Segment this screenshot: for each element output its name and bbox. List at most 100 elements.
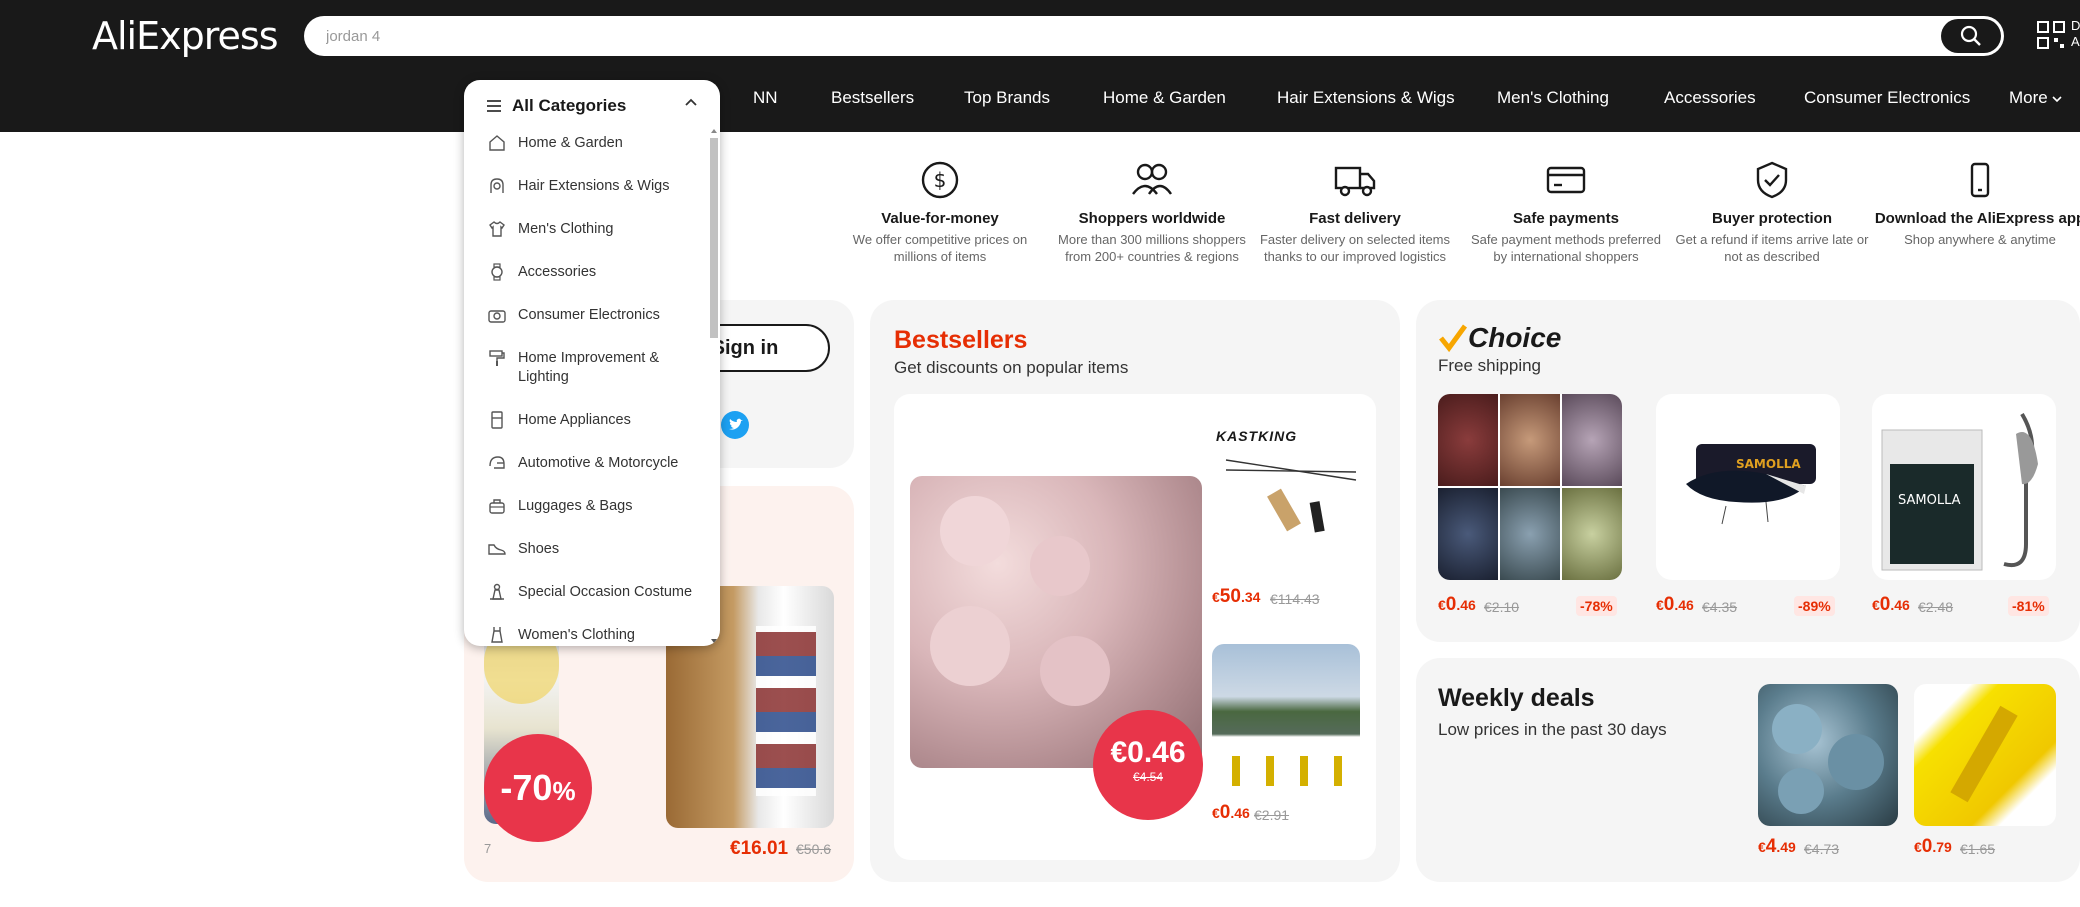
category-accessories[interactable]: Accessories <box>488 263 698 282</box>
category-label: Luggages & Bags <box>518 498 633 514</box>
bestsellers-subtitle: Get discounts on popular items <box>894 358 1129 377</box>
nav-item-nn[interactable]: NN <box>753 88 778 108</box>
category-label: Hair Extensions & Wigs <box>518 178 670 194</box>
choice-old-2: €4.35 <box>1702 599 1738 615</box>
price-int: 4 <box>1765 836 1777 857</box>
choice-title[interactable]: Choice <box>1438 322 1561 354</box>
chevron-up-icon[interactable] <box>684 96 698 110</box>
price-int: 0 <box>1879 594 1891 615</box>
category-automotive[interactable]: Automotive & Motorcycle <box>488 454 698 473</box>
category-mens-clothing[interactable]: Men's Clothing <box>488 220 698 239</box>
feature-title: Fast delivery <box>1309 210 1401 227</box>
fishing-lure-image[interactable] <box>1212 644 1360 794</box>
main-price-badge: €0.46 €4.54 <box>1093 710 1203 820</box>
scroll-down-arrow-icon[interactable] <box>710 638 718 644</box>
weekly-price-1: €4.49 <box>1758 836 1796 858</box>
category-label: Accessories <box>518 264 597 280</box>
feature-title: Buyer protection <box>1711 210 1832 227</box>
weekly-old-1: €4.73 <box>1804 841 1840 857</box>
category-home-appliances[interactable]: Home Appliances <box>488 411 698 430</box>
category-home-garden[interactable]: Home & Garden <box>488 134 698 153</box>
qr-code-icon[interactable] <box>2036 20 2066 50</box>
item2-old: €2.91 <box>1254 807 1290 823</box>
lure-image-box[interactable]: SAMOLLA <box>1656 394 1840 580</box>
checkmark-icon <box>1439 324 1468 353</box>
category-label: Special Occasion Costume <box>518 584 693 600</box>
scroll-up-arrow-icon[interactable] <box>710 128 718 134</box>
twitter-icon[interactable] <box>721 411 749 439</box>
feature-desc: Shop anywhere & anytime <box>1904 232 2056 247</box>
feature-delivery: Fast delivery Faster delivery on selecte… <box>1255 160 1455 265</box>
fishing-rod-image[interactable] <box>1216 440 1364 540</box>
header-bar: AliExpress D A NN Bestsellers Top Brands… <box>0 0 2080 132</box>
category-scrollbar[interactable] <box>708 128 718 644</box>
search-button[interactable] <box>1941 19 2001 53</box>
nav-item-home-garden[interactable]: Home & Garden <box>1103 88 1226 108</box>
feature-desc: Get a refund if items arrive late or not… <box>1675 232 1869 264</box>
main-price: €0.46 <box>1110 736 1186 769</box>
weekly-deals-card[interactable]: Weekly deals Low prices in the past 30 d… <box>1416 658 2080 882</box>
price-dec: .46 <box>1230 805 1250 821</box>
nav-item-hair-extensions[interactable]: Hair Extensions & Wigs <box>1277 88 1455 108</box>
promo-price: €16.01 <box>730 838 789 859</box>
item2-price: €0.46 <box>1212 802 1250 824</box>
aliexpress-logo[interactable]: AliExpress <box>92 14 278 58</box>
category-special-occasion[interactable]: Special Occasion Costume <box>488 583 698 602</box>
nav-item-bestsellers[interactable]: Bestsellers <box>831 88 914 108</box>
price-dec: .49 <box>1776 839 1796 855</box>
blue-beads-image[interactable] <box>1758 684 1898 826</box>
category-label: Home Improvement & Lighting <box>518 350 660 385</box>
price-dec: .34 <box>1240 589 1261 605</box>
category-luggages-bags[interactable]: Luggages & Bags <box>488 497 698 516</box>
feature-protection: Buyer protection Get a refund if items a… <box>1672 160 1872 265</box>
nav-item-consumer-electronics[interactable]: Consumer Electronics <box>1804 88 1970 108</box>
chevron-down-icon <box>2052 96 2063 103</box>
item1-old: €114.43 <box>1270 591 1320 607</box>
beads-collage-image[interactable] <box>1438 394 1622 580</box>
category-home-improvement[interactable]: Home Improvement & Lighting <box>488 349 698 387</box>
price-int: 50 <box>1219 586 1241 607</box>
nav-item-accessories[interactable]: Accessories <box>1664 88 1756 108</box>
weekly-price-2: €0.79 <box>1914 836 1952 858</box>
partial-price: 7 <box>484 841 492 856</box>
hook-image-box[interactable]: SAMOLLA <box>1872 394 2056 580</box>
truck-icon <box>1334 166 1376 197</box>
app-download-text[interactable]: D A <box>2071 18 2080 50</box>
paint-roller-icon <box>489 350 505 366</box>
category-label: Home Appliances <box>518 412 631 428</box>
currency: € <box>1212 805 1220 821</box>
scrollbar-thumb[interactable] <box>710 138 718 338</box>
nav-item-mens-clothing[interactable]: Men's Clothing <box>1497 88 1609 108</box>
features-row: $ Value-for-money We offer competitive p… <box>0 160 2080 270</box>
all-categories-header[interactable]: All Categories <box>486 92 706 120</box>
feature-title: Shoppers worldwide <box>1078 210 1226 227</box>
price-dec: .79 <box>1932 839 1952 855</box>
bestsellers-card[interactable]: Bestsellers Get discounts on popular ite… <box>870 300 1400 882</box>
category-womens-clothing[interactable]: Women's Clothing <box>488 626 698 645</box>
price-int: 0 <box>1445 594 1457 615</box>
category-shoes[interactable]: Shoes <box>488 540 698 559</box>
weekly-title[interactable]: Weekly deals <box>1438 684 1595 713</box>
feature-payments: Safe payments Safe payment methods prefe… <box>1466 160 1666 265</box>
category-consumer-electronics[interactable]: Consumer Electronics <box>488 306 698 325</box>
bestsellers-title[interactable]: Bestsellers <box>894 326 1027 355</box>
nav-item-more[interactable]: More <box>2009 88 2063 108</box>
feature-app[interactable]: Download the AliExpress app Shop anywher… <box>1872 160 2080 248</box>
category-hair-extensions[interactable]: Hair Extensions & Wigs <box>488 177 698 196</box>
category-label: Consumer Electronics <box>518 307 660 323</box>
currency: € <box>1872 597 1880 613</box>
yellow-tool-image[interactable] <box>1914 684 2056 826</box>
menu-icon <box>487 100 501 112</box>
feature-title: Safe payments <box>1513 210 1619 227</box>
category-label: Men's Clothing <box>518 221 614 237</box>
feature-shoppers: Shoppers worldwide More than 300 million… <box>1052 160 1252 265</box>
feature-desc: Safe payment methods preferred by intern… <box>1470 232 1662 264</box>
choice-old-3: €2.48 <box>1918 599 1954 615</box>
choice-subtitle: Free shipping <box>1438 356 1542 375</box>
nav-item-top-brands[interactable]: Top Brands <box>964 88 1050 108</box>
choice-card[interactable]: Choice Free shipping €0.46 €2.10 -78% SA… <box>1416 300 2080 642</box>
search-input[interactable] <box>326 24 1926 48</box>
discount-value: -70 <box>500 767 553 808</box>
feature-desc: Faster delivery on selected items thanks… <box>1259 232 1451 264</box>
category-label: Women's Clothing <box>518 627 635 643</box>
